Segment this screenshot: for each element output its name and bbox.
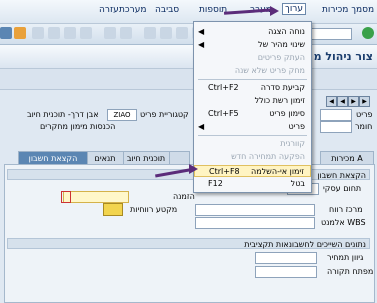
profitability-segment-button[interactable] xyxy=(103,203,123,216)
funds-center-field[interactable] xyxy=(255,266,317,278)
tab-account-assignment[interactable]: הקצאת חשבון xyxy=(18,151,88,165)
first-page-icon[interactable] xyxy=(80,27,92,39)
menu-item-shortcut: Ctrl+F2 xyxy=(208,83,239,92)
first-item-button[interactable]: ◀ xyxy=(326,96,337,107)
wbs-label: אלמנט WBS xyxy=(321,218,366,227)
budget-fund-label: גיוון תמחיר xyxy=(327,253,364,262)
item-label: פריט xyxy=(356,110,373,119)
menu-item-label: נוחה הצגה xyxy=(268,27,305,36)
menu-sales-document[interactable]: מסמך מכירות xyxy=(322,5,374,15)
menu-help[interactable]: עזרה xyxy=(99,5,119,15)
tab-hidden[interactable] xyxy=(168,151,190,165)
category-label: קטגוריית פריט xyxy=(140,110,189,119)
business-area-label: תחום עסקי xyxy=(323,184,362,193)
menu-bar: מסמך מכירות ערוך מעבר תוספות סביבה מערכת… xyxy=(0,0,377,24)
menu-item-label: בטל xyxy=(290,179,305,188)
menu-item-set-sequence[interactable]: Ctrl+F2 קביעת סדרה xyxy=(194,82,311,94)
wbs-field[interactable] xyxy=(195,217,315,229)
tab-billing-plan[interactable]: תוכנית חיוב xyxy=(122,151,170,165)
previous-page-icon[interactable] xyxy=(64,27,76,39)
menu-item-copy-items[interactable]: העתק פריטים xyxy=(194,52,311,64)
menu-separator xyxy=(198,135,307,136)
menu-item-label: שינוי מהיר של xyxy=(258,40,305,49)
menu-item-label: זימון אי-השלמה xyxy=(250,167,304,176)
back-icon[interactable] xyxy=(176,27,188,39)
menu-item-quarantine[interactable]: קוורנית xyxy=(194,138,311,150)
tab-conditions[interactable]: תנאים xyxy=(86,151,124,165)
menu-item-label: העתק פריטים xyxy=(257,53,305,62)
budget-section-header: נתונים השייכים לחשבונאות תקציבית xyxy=(7,238,370,249)
submenu-arrow-icon: ◀ xyxy=(198,122,205,131)
standard-toolbar xyxy=(0,24,377,45)
search-help-icon[interactable] xyxy=(61,191,71,203)
next-item-button[interactable]: ▶ xyxy=(348,96,359,107)
order-label: הזמנה xyxy=(173,192,195,201)
billing-plan-label: אבן דרך- תוכנית חיוב xyxy=(27,110,99,119)
cancel-icon[interactable] xyxy=(144,27,156,39)
material-label: חומר xyxy=(355,122,373,131)
menu-item-display-mode[interactable]: ◀ נוחה הצגה xyxy=(194,26,311,38)
help-icon[interactable] xyxy=(0,27,12,39)
revenue-label: הכנסות מימון מחקרים xyxy=(40,122,116,131)
exit-icon[interactable] xyxy=(160,27,172,39)
last-item-button[interactable]: ▶ xyxy=(359,96,370,107)
item-field[interactable] xyxy=(320,109,352,121)
menu-separator xyxy=(198,79,307,80)
title-bar: צור ניהול מ xyxy=(0,45,377,69)
menu-item-label: קוורנית xyxy=(280,139,305,148)
menu-item-label: הפקעה תמחירה חדש xyxy=(231,152,305,161)
menu-item-item[interactable]: ◀ פריט xyxy=(194,121,311,133)
menu-item-incompletion-log[interactable]: Ctrl+F8 זימון אי-השלמה xyxy=(194,165,311,177)
last-page-icon[interactable] xyxy=(32,27,44,39)
annotation-arrowhead xyxy=(189,164,198,174)
annotation-arrowhead xyxy=(270,6,279,16)
menu-system[interactable]: מערכת xyxy=(119,5,147,15)
item-category-field[interactable]: ZIAO xyxy=(107,109,137,121)
profit-center-label: מרכז רווח xyxy=(329,205,363,214)
menu-item-cancel[interactable]: F12 בטל xyxy=(194,178,311,190)
page-title: צור ניהול מ xyxy=(313,50,373,63)
application-toolbar xyxy=(0,69,377,90)
menu-item-label: סימון פריט xyxy=(269,109,305,118)
menu-item-delete-item[interactable]: מחק פריט שלא שנה xyxy=(194,65,311,77)
funds-center-label: מפתח תקורה xyxy=(327,267,374,276)
order-field[interactable] xyxy=(63,191,129,203)
menu-extras[interactable]: תוספות xyxy=(199,5,227,15)
prev-item-button[interactable]: ◀ xyxy=(337,96,348,107)
new-session-icon[interactable] xyxy=(14,27,26,39)
profit-center-field[interactable] xyxy=(195,204,315,216)
menu-edit[interactable]: ערוך xyxy=(282,3,306,15)
menu-item-label: זימון רשת כולל xyxy=(254,96,305,105)
menu-item-shortcut: Ctrl+F5 xyxy=(208,109,239,118)
find-icon[interactable] xyxy=(104,27,116,39)
menu-item-new-pricing[interactable]: הפקעה תמחירה חדש xyxy=(194,151,311,163)
submenu-arrow-icon: ◀ xyxy=(198,27,205,36)
menu-item-all-networks[interactable]: זימון רשת כולל xyxy=(194,95,311,107)
tab-sales-a[interactable]: מכירות A xyxy=(320,151,374,165)
account-assignment-pane: הקצאת חשבון תחום עסקי הזמנה מרכז רווח מק… xyxy=(4,164,375,303)
menu-item-label: מחק פריט שלא שנה xyxy=(234,66,305,75)
menu-environment[interactable]: סביבה xyxy=(155,5,179,15)
print-icon[interactable] xyxy=(120,27,132,39)
menu-item-label: פריט xyxy=(288,122,306,131)
menu-item-select-item[interactable]: Ctrl+F5 סימון פריט xyxy=(194,108,311,120)
menu-item-shortcut: Ctrl+F8 xyxy=(209,167,240,176)
menu-item-label: קביעת סדרה xyxy=(260,83,305,92)
submenu-arrow-icon: ◀ xyxy=(198,40,205,49)
profitability-segment-label: מקטע רווחיות xyxy=(130,205,178,214)
material-field[interactable] xyxy=(320,121,352,133)
enter-icon[interactable] xyxy=(362,27,374,39)
menu-item-shortcut: F12 xyxy=(208,179,223,188)
menu-item-quick-change[interactable]: ◀ שינוי מהיר של xyxy=(194,39,311,51)
edit-dropdown-menu: ◀ נוחה הצגה ◀ שינוי מהיר של העתק פריטים … xyxy=(193,21,312,193)
budget-fund-field[interactable] xyxy=(255,252,317,264)
next-page-icon[interactable] xyxy=(48,27,60,39)
